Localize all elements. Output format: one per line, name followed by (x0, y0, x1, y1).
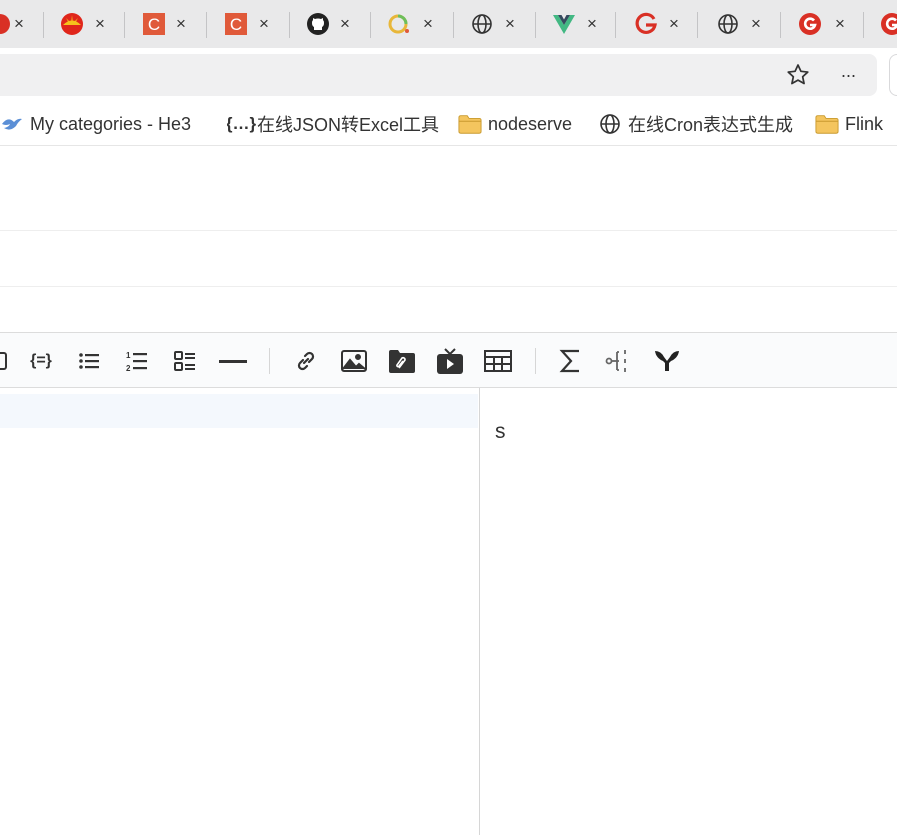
formula-icon[interactable] (555, 345, 587, 377)
browser-tab[interactable]: × (44, 0, 124, 48)
tab-strip: × × C × C × × × × × × × × (0, 0, 897, 48)
sidebar-button[interactable] (889, 54, 897, 96)
page-section-middle (0, 231, 897, 287)
ellipsis-icon[interactable]: ··· (833, 60, 863, 90)
close-tab-icon[interactable]: × (583, 15, 601, 33)
bookmark-item[interactable]: Flink (815, 112, 897, 136)
folder-icon (458, 112, 482, 136)
markdown-editor[interactable] (0, 388, 480, 835)
browser-tab[interactable]: × (781, 0, 863, 48)
bookmark-item[interactable]: My categories - He3 (0, 112, 212, 136)
close-tab-icon[interactable]: × (665, 15, 683, 33)
bookmark-label: nodeserve (488, 113, 573, 134)
folder-icon (815, 112, 839, 136)
address-bar-row: ··· (0, 48, 897, 102)
markdown-preview: s (481, 388, 897, 835)
preview-content: s (495, 420, 506, 443)
browser-tab[interactable] (864, 0, 897, 48)
svg-text:C: C (230, 15, 242, 34)
horizontal-rule-icon[interactable] (217, 345, 249, 377)
close-tab-icon[interactable]: × (831, 15, 849, 33)
petrochina-icon (60, 12, 84, 36)
flowchart-icon[interactable] (651, 345, 683, 377)
svg-text:2: 2 (126, 364, 131, 373)
page-section-top (0, 147, 897, 231)
link-icon[interactable] (290, 345, 322, 377)
globe-icon (716, 12, 740, 36)
code-inline-icon[interactable]: {=} (25, 345, 57, 377)
g-letter-icon (634, 12, 658, 36)
bookmark-label: My categories - He3 (30, 113, 192, 134)
csdn-c-icon: C (142, 12, 166, 36)
loading-ring-icon (387, 12, 411, 36)
unordered-list-icon[interactable] (73, 345, 105, 377)
bookmark-item[interactable]: {…} 在线JSON转Excel工具 (227, 112, 439, 136)
close-tab-icon[interactable]: × (336, 15, 354, 33)
close-tab-icon[interactable]: × (10, 15, 28, 33)
editor-active-line[interactable] (0, 394, 478, 428)
browser-tab[interactable]: × (698, 0, 780, 48)
close-tab-icon[interactable]: × (91, 15, 109, 33)
bookmark-item[interactable]: 在线Cron表达式生成 (598, 112, 798, 136)
browser-tab[interactable]: × (0, 0, 40, 48)
table-icon[interactable] (482, 345, 514, 377)
g-circle-icon (798, 12, 822, 36)
browser-tab[interactable]: × (536, 0, 615, 48)
code-block-icon[interactable] (0, 345, 14, 377)
attachment-icon[interactable] (386, 345, 418, 377)
browser-tab[interactable]: × (616, 0, 697, 48)
close-tab-icon[interactable]: × (747, 15, 765, 33)
csdn-c-icon: C (224, 12, 248, 36)
browser-tab[interactable]: × (454, 0, 535, 48)
browser-tab[interactable]: C × (125, 0, 207, 48)
bookmark-label: 在线Cron表达式生成 (628, 115, 794, 135)
github-icon (306, 12, 330, 36)
image-icon[interactable] (338, 345, 370, 377)
address-bar[interactable]: ··· (0, 54, 877, 96)
bookmarks-bar: My categories - He3 {…} 在线JSON转Excel工具 n… (0, 102, 897, 146)
swallow-icon (0, 112, 24, 136)
globe-icon (470, 12, 494, 36)
bookmark-label: 在线JSON转Excel工具 (257, 115, 439, 135)
vue-icon (552, 12, 576, 36)
g-circle-icon (880, 12, 897, 36)
close-tab-icon[interactable]: × (172, 15, 190, 33)
browser-tab[interactable]: × (290, 0, 370, 48)
globe-icon (598, 112, 622, 136)
editor-toolbar: {=} 12 (0, 332, 897, 388)
page-section-bottom (0, 287, 897, 332)
bookmark-item[interactable]: nodeserve (458, 112, 580, 136)
ordered-list-icon[interactable]: 12 (121, 345, 153, 377)
svg-text:C: C (148, 15, 160, 34)
bookmark-label: Flink (845, 113, 884, 134)
browser-tab[interactable]: × (371, 0, 453, 48)
toolbar-divider (535, 348, 536, 374)
json-braces-icon: {…} (227, 114, 257, 133)
svg-text:1: 1 (126, 351, 131, 360)
task-list-icon[interactable] (169, 345, 201, 377)
mindmap-icon[interactable] (603, 345, 635, 377)
browser-tab[interactable]: C × (207, 0, 289, 48)
close-tab-icon[interactable]: × (419, 15, 437, 33)
toolbar-divider (269, 348, 270, 374)
star-icon[interactable] (783, 60, 813, 90)
close-tab-icon[interactable]: × (255, 15, 273, 33)
video-icon[interactable] (434, 345, 466, 377)
close-tab-icon[interactable]: × (501, 15, 519, 33)
